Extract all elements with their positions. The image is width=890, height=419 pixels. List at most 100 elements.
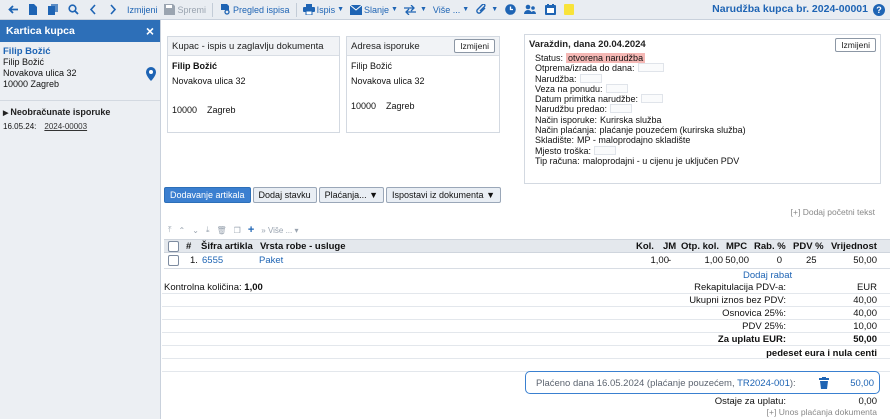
toolbar-divider xyxy=(212,2,214,17)
move-bottom-icon[interactable]: ⤓ xyxy=(206,225,210,235)
users-button[interactable] xyxy=(521,2,541,18)
print-button[interactable]: Ispis ▼ xyxy=(300,2,347,18)
row-mpc: 50,00 xyxy=(725,255,749,266)
row-type-link[interactable]: Paket xyxy=(259,255,283,266)
note-button[interactable] xyxy=(561,2,577,18)
info-row: Tip računa: maloprodajni - u cijenu je uk… xyxy=(535,156,746,166)
tab-issue-from-document[interactable]: Ispostavi iz dokumenta ▼ xyxy=(386,187,501,203)
close-icon[interactable]: × xyxy=(146,24,154,38)
unbilled-header[interactable]: ▶ Neobračunate isporuke xyxy=(3,107,157,117)
copy-button[interactable] xyxy=(44,2,64,18)
more-rows-menu[interactable]: » Više ... ▾ xyxy=(261,226,298,235)
tab-add-articles[interactable]: Dodavanje artikala xyxy=(164,187,251,203)
info-label: Način plaćanja: xyxy=(535,125,597,136)
tab-add-item[interactable]: Dodaj stavku xyxy=(252,187,317,203)
control-label: Kontrolna količina: xyxy=(164,282,242,293)
amount-in-words: pedeset eura i nula centi xyxy=(766,348,877,359)
row-open-qty: 1,00 xyxy=(704,255,724,266)
print-preview-button[interactable]: Pregled ispisa xyxy=(216,2,293,18)
col-open-qty: Otp. kol. xyxy=(681,241,719,252)
send-button[interactable]: Slanje ▼ xyxy=(347,2,401,18)
delete-rows-icon[interactable]: 🗑 xyxy=(217,226,227,235)
row-value: 50,00 xyxy=(853,255,877,266)
paperclip-icon xyxy=(475,4,487,16)
customer-sidebar: Kartica kupca × Filip Božić Filip Božić … xyxy=(0,20,161,419)
delivery-address-panel: Adresa isporuke Izmijeni Filip Božić Nova… xyxy=(346,36,500,133)
place-date: Varaždin, dana 20.04.2024 xyxy=(529,39,646,50)
info-value xyxy=(605,83,628,93)
customer-address: Novakova ulica 32 xyxy=(3,68,77,78)
payment-desc: Plaćeno dana 16.05.2024 (plaćanje pouzeć… xyxy=(536,378,738,389)
edit-info-button[interactable]: Izmijeni xyxy=(835,37,876,52)
sidebar-header: Kartica kupca × xyxy=(0,20,160,42)
panel-title: Kupac - ispis u zaglavlju dokumenta xyxy=(172,40,324,52)
move-top-icon[interactable]: ⤒ xyxy=(168,225,172,235)
summary-value: 40,00 xyxy=(853,308,877,319)
summary-label: Rekapitulacija PDV-a: xyxy=(694,282,786,293)
new-document-button[interactable] xyxy=(24,2,44,18)
col-qty: Kol. xyxy=(636,241,654,252)
payment-entry[interactable]: Plaćeno dana 16.05.2024 (plaćanje pouzeć… xyxy=(525,371,880,394)
delivery-name: Filip Božić xyxy=(351,61,393,71)
search-button[interactable] xyxy=(64,2,84,18)
previous-button[interactable] xyxy=(84,2,104,18)
help-icon[interactable]: ? xyxy=(873,4,885,16)
panel-title: Adresa isporuke xyxy=(351,40,420,52)
summary-value: 10,00 xyxy=(853,321,877,332)
summary-label: Za uplatu EUR: xyxy=(717,334,786,345)
unbilled-deliveries: ▶ Neobračunate isporuke 16.05.24: 2024-0… xyxy=(0,100,160,131)
select-all-checkbox[interactable] xyxy=(168,241,179,252)
unbilled-date: 16.05.24: xyxy=(3,122,37,131)
copy-rows-icon[interactable]: ❐ xyxy=(234,226,241,235)
sticky-note-icon xyxy=(564,4,575,15)
move-up-icon[interactable]: ⌃ xyxy=(179,226,186,235)
row-checkbox[interactable] xyxy=(168,255,179,266)
summary-row-vat: PDV 25%: 10,00 xyxy=(162,320,890,333)
col-num: # xyxy=(186,241,192,252)
customer-name-link[interactable]: Filip Božić xyxy=(3,46,158,57)
sidebar-title: Kartica kupca xyxy=(6,25,75,37)
panel-header: Varaždin, dana 20.04.2024 Izmijeni xyxy=(525,35,880,54)
panel-header: Adresa isporuke Izmijeni xyxy=(347,37,499,56)
save-button[interactable]: Spremi xyxy=(161,2,210,18)
info-row: Mjesto troška: xyxy=(535,145,746,156)
print-preview-label: Pregled ispisa xyxy=(233,4,290,15)
row-code-link[interactable]: 6555 xyxy=(202,255,223,266)
trash-icon[interactable] xyxy=(819,377,829,389)
add-payment-link[interactable]: [+] Unos plaćanja dokumenta xyxy=(767,407,877,417)
add-row-icon[interactable]: + xyxy=(248,224,254,236)
city: Zagreb xyxy=(386,101,415,111)
unbilled-link[interactable]: 2024-00003 xyxy=(44,122,87,131)
document-title: Narudžba kupca br. 2024-00001 xyxy=(712,3,868,15)
info-label: Mjesto troška: xyxy=(535,145,592,156)
move-down-icon[interactable]: ⌄ xyxy=(192,226,199,235)
transfer-button[interactable]: ▼ xyxy=(401,2,430,18)
panel-body: Filip Božić Novakova ulica 32 10000 Zagr… xyxy=(168,56,339,121)
back-button[interactable] xyxy=(4,2,24,18)
info-value: plaćanje pouzećem (kurirska služba) xyxy=(599,125,746,136)
payment-link[interactable]: TR2024-001 xyxy=(737,378,790,389)
map-pin-icon[interactable] xyxy=(145,67,157,81)
arrow-left-icon xyxy=(7,4,19,16)
edit-button[interactable]: Izmijeni xyxy=(124,2,161,18)
col-discount: Rab. % xyxy=(754,241,786,252)
row-unit: - xyxy=(668,255,672,266)
caret-down-icon: ▼ xyxy=(419,6,427,13)
next-button[interactable] xyxy=(104,2,124,18)
info-label: Način isporuke: xyxy=(535,114,598,125)
printer-icon xyxy=(302,4,315,16)
more-button[interactable]: Više ... ▼ xyxy=(430,2,472,18)
info-row: Način isporuke: Kurirska služba xyxy=(535,115,746,125)
attachment-button[interactable]: ▼ xyxy=(472,2,501,18)
row-qty: 1,00 xyxy=(650,255,670,266)
calendar-button[interactable] xyxy=(541,2,561,18)
edit-delivery-button[interactable]: Izmijeni xyxy=(454,39,495,53)
col-mpc: MPC xyxy=(726,241,748,252)
table-row[interactable]: 1. 6555 Paket 1,00 - 1,00 50,00 0 25 50,… xyxy=(164,254,890,269)
summary-row-base: Osnovica 25%: 40,00 xyxy=(162,307,890,320)
add-start-text-link[interactable]: [+] Dodaj početni tekst xyxy=(791,207,875,217)
tab-payments[interactable]: Plaćanja... ▼ xyxy=(318,187,385,203)
history-button[interactable] xyxy=(501,2,521,18)
add-discount-link[interactable]: Dodaj rabat xyxy=(743,270,792,281)
chevron-left-icon xyxy=(87,4,99,16)
